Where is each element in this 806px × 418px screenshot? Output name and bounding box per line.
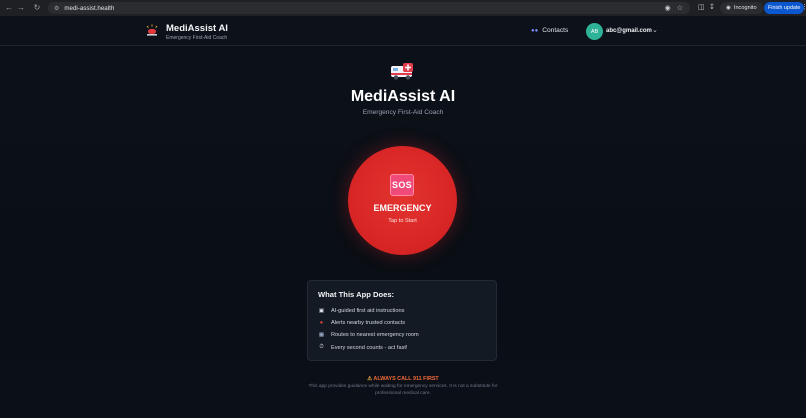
disclaimer-text: This app provides guidance while waiting…: [308, 384, 498, 396]
user-email[interactable]: abc@gmail.com: [606, 28, 652, 34]
features-card: What This App Does: ▣ AI-guided first ai…: [307, 280, 497, 361]
feature-text: Routes to nearest emergency room: [331, 332, 419, 338]
reload-icon[interactable]: ↻: [29, 3, 45, 12]
side-panel-icon[interactable]: ◫: [698, 3, 705, 11]
sos-emergency-button[interactable]: SOS EMERGENCY Tap to Start: [348, 146, 457, 255]
finish-update-button[interactable]: Finish update: [764, 2, 805, 14]
feature-text: Every second counts - act fast!: [331, 344, 408, 351]
call-911-warning: ⚠ ALWAYS CALL 911 FIRST: [0, 376, 806, 382]
eye-off-icon[interactable]: ◉: [665, 4, 671, 12]
incognito-indicator[interactable]: ◉ Incognito: [720, 2, 763, 14]
sos-icon: SOS: [390, 174, 414, 196]
forward-icon[interactable]: →: [13, 3, 29, 12]
site-info-icon[interactable]: ⚙: [54, 5, 59, 12]
avatar[interactable]: AB: [586, 23, 603, 40]
url-text: medi-assist.health: [64, 4, 115, 12]
page-title: MediAssist AI: [350, 88, 456, 105]
stopwatch-icon: ⏱: [319, 344, 324, 350]
chevron-down-icon[interactable]: ⌄: [652, 26, 658, 34]
list-item: ⏱ Every second counts - act fast!: [318, 344, 407, 351]
sos-sublabel: Tap to Start: [388, 218, 417, 224]
bookmark-star-icon[interactable]: ☆: [677, 4, 683, 12]
features-title: What This App Does:: [318, 290, 395, 299]
ambulance-icon: [391, 63, 413, 80]
sos-label: EMERGENCY: [373, 203, 432, 213]
feature-text: Alerts nearby trusted contacts: [331, 320, 405, 326]
list-item: ▣ AI-guided first aid instructions: [318, 308, 405, 314]
app-page: MediAssist AI Emergency First-Aid Coach …: [0, 16, 806, 418]
contacts-icon: ●●: [531, 27, 539, 34]
warning-text: ALWAYS CALL 911 FIRST: [373, 376, 439, 382]
brand-title[interactable]: MediAssist AI: [166, 23, 228, 34]
menu-icon[interactable]: ⋮: [801, 3, 806, 11]
contacts-label: Contacts: [542, 27, 569, 34]
incognito-label: Incognito: [733, 5, 757, 11]
contacts-link[interactable]: ●● Contacts: [531, 27, 568, 34]
address-bar[interactable]: ⚙ medi-assist.health ◉ ☆: [48, 2, 690, 14]
app-header: MediAssist AI Emergency First-Aid Coach …: [0, 16, 806, 46]
incognito-icon: ◉: [726, 5, 731, 11]
hospital-icon: ▦: [318, 332, 325, 338]
warning-icon: ⚠: [367, 376, 373, 382]
list-item: ● Alerts nearby trusted contacts: [318, 320, 405, 326]
page-subtitle: Emergency First-Aid Coach: [362, 109, 444, 116]
brand-tagline: Emergency First-Aid Coach: [166, 35, 228, 41]
pin-icon: ●: [319, 320, 324, 326]
ambulance-icon: ▣: [318, 308, 325, 314]
siren-icon: [146, 24, 158, 36]
list-item: ▦ Routes to nearest emergency room: [318, 332, 419, 338]
browser-toolbar: ← → ↻ ⚙ medi-assist.health ◉ ☆ ◫ ↧ ◉ Inc…: [0, 0, 806, 16]
feature-text: AI-guided first aid instructions: [331, 308, 405, 314]
download-icon[interactable]: ↧: [709, 3, 715, 11]
